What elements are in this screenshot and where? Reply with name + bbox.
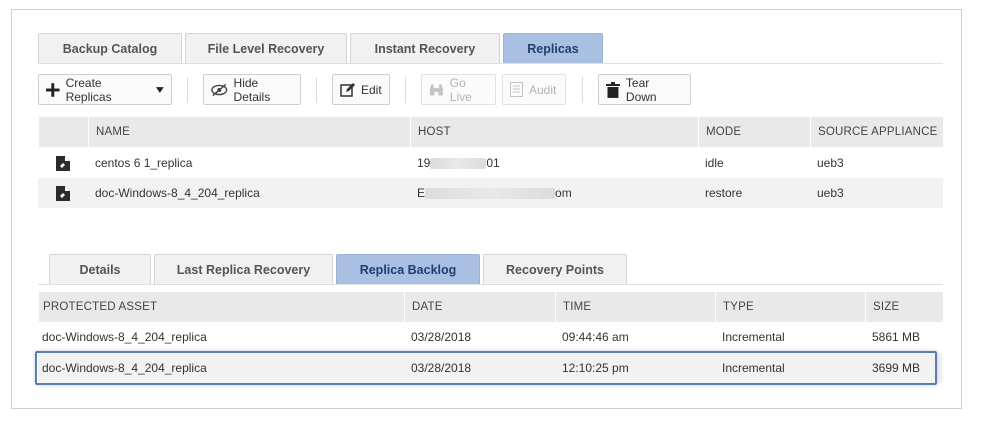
tab-divider (38, 63, 943, 64)
backlog-time: 09:44:46 am (562, 330, 629, 344)
edit-label: Edit (361, 82, 382, 97)
icon-column-header (38, 117, 88, 147)
backlog-type: Incremental (722, 361, 785, 375)
tab-file-level-recovery[interactable]: File Level Recovery (185, 33, 347, 63)
replica-icon-cell (38, 148, 88, 178)
details-tab-bar: Details Last Replica Recovery Replica Ba… (49, 254, 630, 284)
tab-replica-backlog[interactable]: Replica Backlog (336, 254, 480, 284)
replica-mode: idle (705, 156, 724, 170)
backlog-size: 3699 MB (872, 361, 921, 375)
table-row[interactable]: doc-Windows-8_4_204_replica 03/28/2018 0… (38, 322, 943, 352)
tear-down-button[interactable]: Tear Down (598, 74, 691, 105)
host-suffix: om (555, 186, 572, 200)
toolbar-separator (316, 77, 317, 103)
trash-icon (606, 81, 620, 98)
replica-source: ueb3 (817, 186, 844, 200)
table-header: NAME HOST MODE SOURCE APPLIANCE (38, 117, 943, 147)
column-header-source-appliance[interactable]: SOURCE APPLIANCE (810, 117, 943, 147)
backlog-time: 12:10:25 pm (562, 361, 629, 375)
column-header-type[interactable]: TYPE (715, 292, 865, 322)
replica-file-icon (56, 155, 70, 171)
column-header-protected-asset[interactable]: PROTECTED ASSET (38, 292, 404, 322)
tab-instant-recovery[interactable]: Instant Recovery (350, 33, 500, 63)
plus-icon (46, 82, 60, 97)
replica-name: centos 6 1_replica (95, 156, 193, 170)
hide-details-label: Hide Details (233, 75, 271, 104)
main-tab-bar: Backup Catalog File Level Recovery Insta… (38, 33, 606, 63)
audit-button[interactable]: Audit (502, 74, 566, 105)
go-live-label: Go Live (449, 75, 472, 104)
backlog-type: Incremental (722, 330, 785, 344)
toolbar-separator (582, 77, 583, 103)
toolbar-separator (405, 77, 406, 103)
replica-file-icon (56, 185, 70, 201)
table-header: PROTECTED ASSET DATE TIME TYPE SIZE (38, 292, 943, 322)
backlog-date: 03/28/2018 (411, 330, 472, 344)
column-header-time[interactable]: TIME (555, 292, 715, 322)
column-header-date[interactable]: DATE (404, 292, 555, 322)
create-replicas-button[interactable]: Create Replicas (38, 74, 172, 105)
table-row[interactable]: doc-Windows-8_4_204_replica 03/28/2018 1… (38, 353, 943, 383)
replicas-table: NAME HOST MODE SOURCE APPLIANCE centos 6… (38, 117, 943, 209)
edit-icon (340, 83, 355, 97)
binoculars-icon (429, 83, 443, 96)
backlog-asset: doc-Windows-8_4_204_replica (42, 361, 207, 375)
tab-replicas[interactable]: Replicas (503, 33, 603, 63)
edit-button[interactable]: Edit (332, 74, 390, 105)
tab-last-replica-recovery[interactable]: Last Replica Recovery (154, 254, 333, 284)
replica-source: ueb3 (817, 156, 844, 170)
create-replicas-label: Create Replicas (65, 75, 112, 104)
replica-icon-cell (38, 178, 88, 208)
table-row[interactable]: centos 6 1_replica 19 01 idle ueb3 (38, 148, 943, 178)
document-icon (510, 82, 523, 97)
go-live-button[interactable]: Go Live (421, 74, 496, 105)
backlog-asset: doc-Windows-8_4_204_replica (42, 330, 207, 344)
redacted-host (430, 157, 487, 169)
tab-details[interactable]: Details (49, 254, 151, 284)
replica-mode: restore (705, 186, 743, 200)
replica-host: E om (410, 178, 698, 208)
audit-label: Audit (529, 82, 557, 97)
toolbar-separator (187, 77, 188, 103)
backlog-size: 5861 MB (872, 330, 921, 344)
column-header-host[interactable]: HOST (410, 117, 698, 147)
column-header-size[interactable]: SIZE (865, 292, 943, 322)
host-prefix: E (417, 186, 426, 200)
caret-down-icon (156, 86, 164, 93)
tab-recovery-points[interactable]: Recovery Points (483, 254, 627, 284)
redacted-host (425, 187, 556, 199)
replica-host: 19 01 (410, 148, 698, 178)
eye-slash-icon (211, 83, 228, 96)
replica-backlog-table: PROTECTED ASSET DATE TIME TYPE SIZE doc-… (38, 292, 943, 384)
host-suffix: 01 (486, 156, 500, 170)
hide-details-button[interactable]: Hide Details (203, 74, 301, 105)
replica-name: doc-Windows-8_4_204_replica (95, 186, 260, 200)
host-prefix: 19 (417, 156, 431, 170)
tab-divider (38, 284, 943, 285)
backlog-date: 03/28/2018 (411, 361, 472, 375)
tear-down-label: Tear Down (625, 75, 657, 104)
table-row[interactable]: doc-Windows-8_4_204_replica E om restore… (38, 178, 943, 208)
column-header-mode[interactable]: MODE (698, 117, 810, 147)
tab-backup-catalog[interactable]: Backup Catalog (38, 33, 182, 63)
column-header-name[interactable]: NAME (88, 117, 410, 147)
